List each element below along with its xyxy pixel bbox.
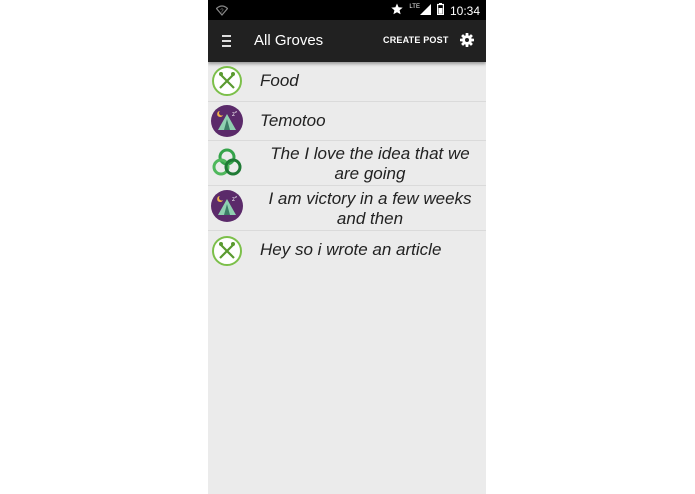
grove-item-article[interactable]: Hey so i wrote an article [208,231,486,271]
grove-title: Temotoo [260,111,326,130]
fork-knife-icon [211,235,243,267]
create-post-button[interactable]: CREATE POST [383,35,449,45]
clock-time: 10:34 [449,4,480,18]
tent-night-icon: z z [211,105,243,137]
star-icon [391,2,404,20]
page-title: All Groves [254,32,324,49]
grove-item-food[interactable]: Food [208,62,486,102]
battery-icon [436,2,444,20]
settings-gear-icon[interactable] [460,33,474,47]
phone-screen: ? LTE 10:34 All Groves CREATE POST Food … [208,0,486,494]
grove-title: I am victory in a few weeks and then [268,189,472,228]
green-rings-icon [211,147,243,179]
app-bar: All Groves CREATE POST [208,20,486,62]
tent-night-icon: z z [211,190,243,222]
grove-list: Food z z Temotoo The I love the idea tha… [208,62,486,271]
svg-text:?: ? [220,9,224,15]
fork-knife-icon [211,65,243,97]
grove-title: Hey so i wrote an article [260,240,442,259]
grove-title: The I love the idea that we are going [270,144,470,183]
svg-text:z: z [235,109,237,114]
menu-icon[interactable] [222,35,232,48]
grove-item-love-idea[interactable]: The I love the idea that we are going [208,141,486,186]
svg-text:z: z [235,194,237,199]
network-type-label: LTE [409,4,420,10]
grove-item-victory[interactable]: z z I am victory in a few weeks and then [208,186,486,231]
wifi-icon: ? [215,3,229,21]
status-bar: ? LTE 10:34 [208,0,486,20]
grove-title: Food [260,71,299,90]
signal-icon [419,2,431,20]
grove-item-temotoo[interactable]: z z Temotoo [208,102,486,141]
